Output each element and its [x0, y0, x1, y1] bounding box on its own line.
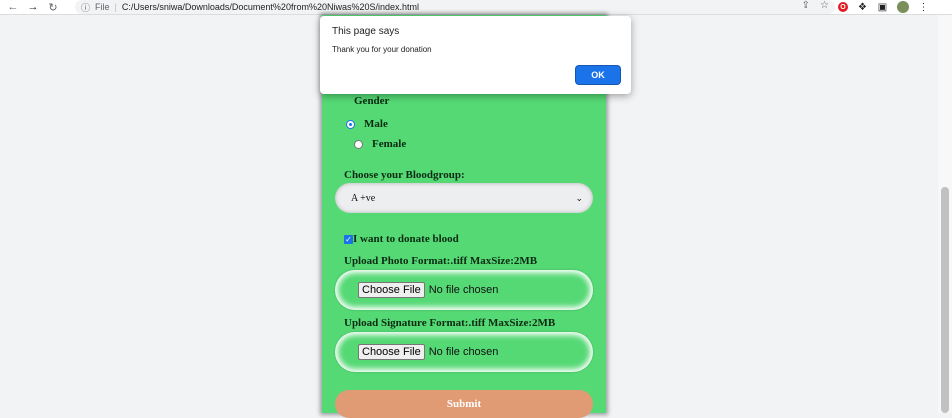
bloodgroup-select[interactable]: A +ve ⌄ — [335, 183, 593, 213]
female-label: Female — [372, 138, 407, 150]
browser-toolbar: ← → ↻ ⓘ File | C:/Users/sniwa/Downloads/… — [0, 0, 952, 15]
donate-label: I want to donate blood — [353, 233, 459, 245]
url-text[interactable]: C:/Users/sniwa/Downloads/Document%20from… — [122, 2, 419, 12]
bloodgroup-value: A +ve — [351, 192, 376, 204]
signature-choose-file-button[interactable]: Choose File — [358, 344, 425, 360]
gender-label: Gender — [354, 95, 390, 107]
gender-option-female[interactable]: Female — [354, 138, 406, 150]
donate-checkbox-row[interactable]: ✓ I want to donate blood — [344, 233, 459, 245]
page-scrollbar[interactable] — [938, 15, 952, 413]
signature-upload-label: Upload Signature Format:.tiff MaxSize:2M… — [344, 317, 556, 329]
forward-arrow-icon[interactable]: → — [26, 0, 40, 14]
ok-button[interactable]: OK — [576, 66, 620, 84]
signature-upload-field[interactable]: Choose File No file chosen — [335, 332, 593, 372]
back-arrow-icon[interactable]: ← — [6, 0, 20, 14]
male-label: Male — [364, 118, 388, 130]
male-radio[interactable] — [346, 119, 355, 129]
reload-icon[interactable]: ↻ — [46, 0, 60, 14]
menu-kebab-icon[interactable]: ⋮ — [918, 2, 929, 13]
scrollbar-thumb[interactable] — [941, 187, 949, 413]
gender-option-male[interactable]: Male — [346, 118, 388, 130]
photo-file-status: No file chosen — [428, 284, 499, 296]
url-separator: | — [114, 2, 117, 12]
signature-file-status: No file chosen — [428, 346, 499, 358]
side-panel-icon[interactable]: ▣ — [877, 2, 888, 13]
submit-button[interactable]: Submit — [335, 390, 593, 418]
photo-upload-field[interactable]: Choose File No file chosen — [335, 270, 593, 310]
dialog-message: Thank you for your donation — [332, 45, 432, 54]
url-scheme-label: File — [95, 2, 110, 12]
dialog-title: This page says — [332, 26, 400, 37]
donate-checkbox[interactable]: ✓ — [344, 234, 353, 244]
photo-upload-label: Upload Photo Format:.tiff MaxSize:2MB — [344, 255, 538, 267]
opera-extension-icon[interactable]: O — [838, 2, 848, 12]
bookmark-star-icon[interactable]: ☆ — [820, 0, 829, 11]
female-radio[interactable] — [354, 139, 363, 149]
profile-avatar[interactable] — [897, 1, 909, 13]
bloodgroup-label: Choose your Bloodgroup: — [344, 169, 465, 181]
extensions-puzzle-icon[interactable]: ❖ — [857, 2, 868, 13]
share-icon[interactable]: ⇪ — [802, 0, 810, 11]
photo-choose-file-button[interactable]: Choose File — [358, 282, 425, 298]
alert-dialog: This page says Thank you for your donati… — [320, 16, 631, 94]
info-icon[interactable]: ⓘ — [81, 1, 90, 14]
chevron-down-icon: ⌄ — [575, 192, 583, 203]
address-bar[interactable]: ⓘ File | C:/Users/sniwa/Downloads/Docume… — [75, 0, 835, 14]
